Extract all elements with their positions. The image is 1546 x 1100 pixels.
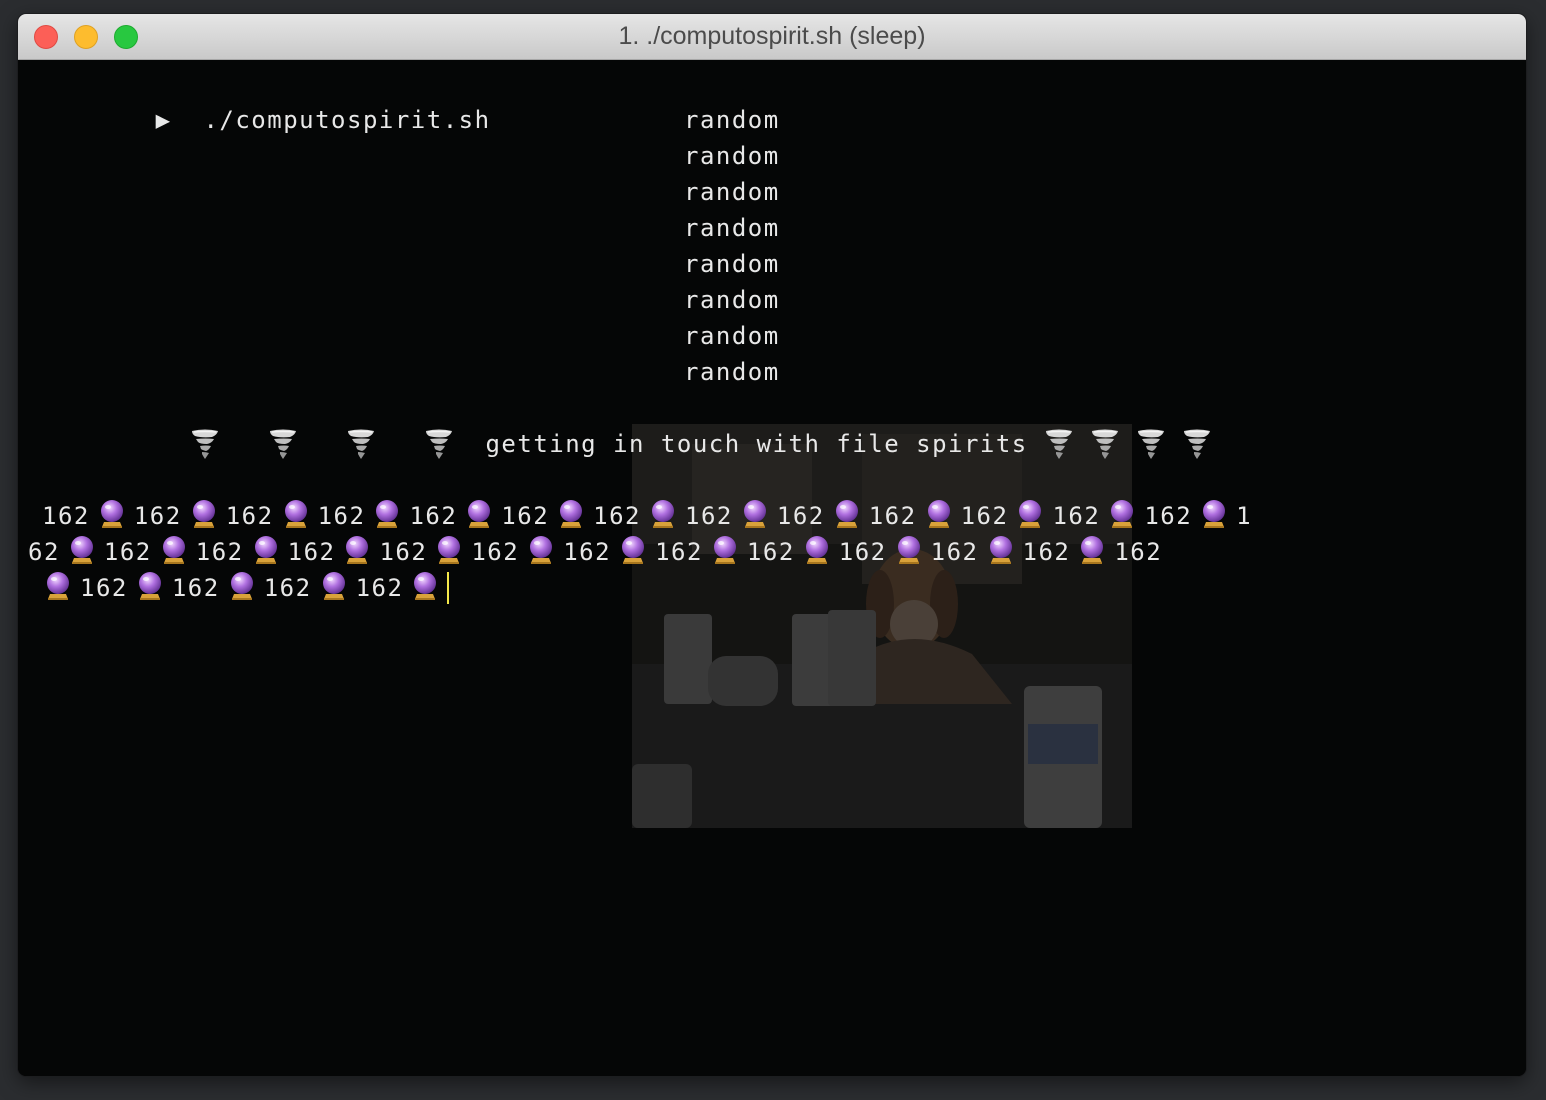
count-value: 162 bbox=[563, 538, 612, 566]
count-value-wrap: 62 bbox=[28, 538, 60, 566]
count-value: 162 bbox=[103, 538, 152, 566]
count-value: 162 bbox=[195, 538, 244, 566]
crystal-ball-icon bbox=[191, 499, 217, 529]
crystal-ball-icon bbox=[804, 535, 830, 565]
tornado-icon bbox=[424, 428, 454, 460]
count-value: 162 bbox=[225, 502, 274, 530]
crystal-ball-icon bbox=[161, 535, 187, 565]
crystal-ball-icon bbox=[558, 499, 584, 529]
count-value: 162 bbox=[930, 538, 979, 566]
random-line: random bbox=[684, 250, 780, 278]
status-message: getting in touch with file spirits bbox=[485, 430, 1028, 458]
tornado-icon bbox=[346, 428, 376, 460]
crystal-ball-icon bbox=[988, 535, 1014, 565]
crystal-ball-icon bbox=[896, 535, 922, 565]
crystal-ball-icon bbox=[344, 535, 370, 565]
crystal-ball-icon bbox=[283, 499, 309, 529]
count-value: 162 bbox=[287, 538, 336, 566]
count-value: 162 bbox=[80, 574, 128, 602]
background-image bbox=[632, 424, 1132, 828]
terminal-window: 1. ./computospirit.sh (sleep) ▶ ./comput… bbox=[18, 14, 1526, 1076]
tornado-icon bbox=[190, 428, 220, 460]
count-value: 162 bbox=[133, 502, 182, 530]
crystal-ball-icon bbox=[321, 571, 347, 601]
crystal-ball-icon bbox=[620, 535, 646, 565]
count-row: 62 162 162 162 162 162 162 162 162 162 162 162 162 bbox=[28, 534, 1162, 570]
crystal-ball-icon bbox=[412, 571, 438, 601]
count-value: 162 bbox=[501, 502, 550, 530]
count-value: 162 bbox=[171, 574, 220, 602]
crystal-ball-icon bbox=[436, 535, 462, 565]
tornado-icon bbox=[1136, 428, 1166, 460]
tornado-icon bbox=[268, 428, 298, 460]
crystal-ball-icon bbox=[45, 571, 71, 601]
text-cursor bbox=[447, 572, 450, 604]
command-text: ./computospirit.sh bbox=[203, 106, 491, 134]
count-value: 162 bbox=[960, 502, 1009, 530]
count-row: 162 162 162 162 bbox=[36, 570, 450, 606]
crystal-ball-icon bbox=[69, 535, 95, 565]
tornado-icon bbox=[1090, 428, 1120, 460]
count-value-wrap: 1 bbox=[1236, 502, 1253, 530]
crystal-ball-icon bbox=[137, 571, 163, 601]
count-value: 162 bbox=[409, 502, 458, 530]
crystal-ball-icon bbox=[528, 535, 554, 565]
crystal-ball-icon bbox=[926, 499, 952, 529]
random-line: random bbox=[684, 286, 780, 314]
count-value: 162 bbox=[746, 538, 795, 566]
count-row: 162 162 162 162 162 162 162 162 162 162 162 162 162 1 bbox=[42, 498, 1252, 534]
random-line: random bbox=[684, 322, 780, 350]
random-line: random bbox=[684, 106, 780, 134]
terminal-content[interactable]: ▶ ./computospirit.sh random random random r… bbox=[18, 60, 1526, 1076]
count-value: 162 bbox=[1022, 538, 1071, 566]
crystal-ball-icon bbox=[229, 571, 255, 601]
crystal-ball-icon bbox=[650, 499, 676, 529]
count-value: 162 bbox=[655, 538, 703, 566]
status-line: getting in touch with file spirits bbox=[190, 426, 1212, 462]
prompt-line: ▶ ./computospirit.sh bbox=[28, 66, 491, 134]
count-value: 162 bbox=[868, 502, 917, 530]
crystal-ball-icon bbox=[1079, 535, 1105, 565]
count-value: 162 bbox=[379, 538, 428, 566]
count-value: 162 bbox=[355, 574, 404, 602]
title-bar: 1. ./computospirit.sh (sleep) bbox=[18, 14, 1526, 60]
random-line: random bbox=[684, 178, 780, 206]
count-value: 162 bbox=[838, 538, 887, 566]
count-value: 162 bbox=[685, 502, 733, 530]
count-value: 162 bbox=[776, 502, 825, 530]
crystal-ball-icon bbox=[374, 499, 400, 529]
crystal-ball-icon bbox=[712, 535, 738, 565]
count-value: 162 bbox=[42, 502, 90, 530]
window-title: 1. ./computospirit.sh (sleep) bbox=[618, 22, 926, 50]
crystal-ball-icon bbox=[466, 499, 492, 529]
crystal-ball-icon bbox=[742, 499, 768, 529]
count-value: 162 bbox=[263, 574, 312, 602]
prompt-icon: ▶ bbox=[155, 106, 172, 134]
crystal-ball-icon bbox=[1201, 499, 1227, 529]
crystal-ball-icon bbox=[253, 535, 279, 565]
count-value: 162 bbox=[1114, 538, 1163, 566]
random-line: random bbox=[684, 358, 780, 386]
count-value: 162 bbox=[1052, 502, 1101, 530]
random-line: random bbox=[684, 214, 780, 242]
crystal-ball-icon bbox=[1017, 499, 1043, 529]
crystal-ball-icon bbox=[99, 499, 125, 529]
count-value: 162 bbox=[593, 502, 642, 530]
random-line: random bbox=[684, 142, 780, 170]
count-value: 162 bbox=[1144, 502, 1193, 530]
crystal-ball-icon bbox=[834, 499, 860, 529]
count-value: 162 bbox=[317, 502, 366, 530]
crystal-ball-icon bbox=[1109, 499, 1135, 529]
tornado-icon bbox=[1044, 428, 1074, 460]
tornado-icon bbox=[1182, 428, 1212, 460]
count-value: 162 bbox=[471, 538, 520, 566]
